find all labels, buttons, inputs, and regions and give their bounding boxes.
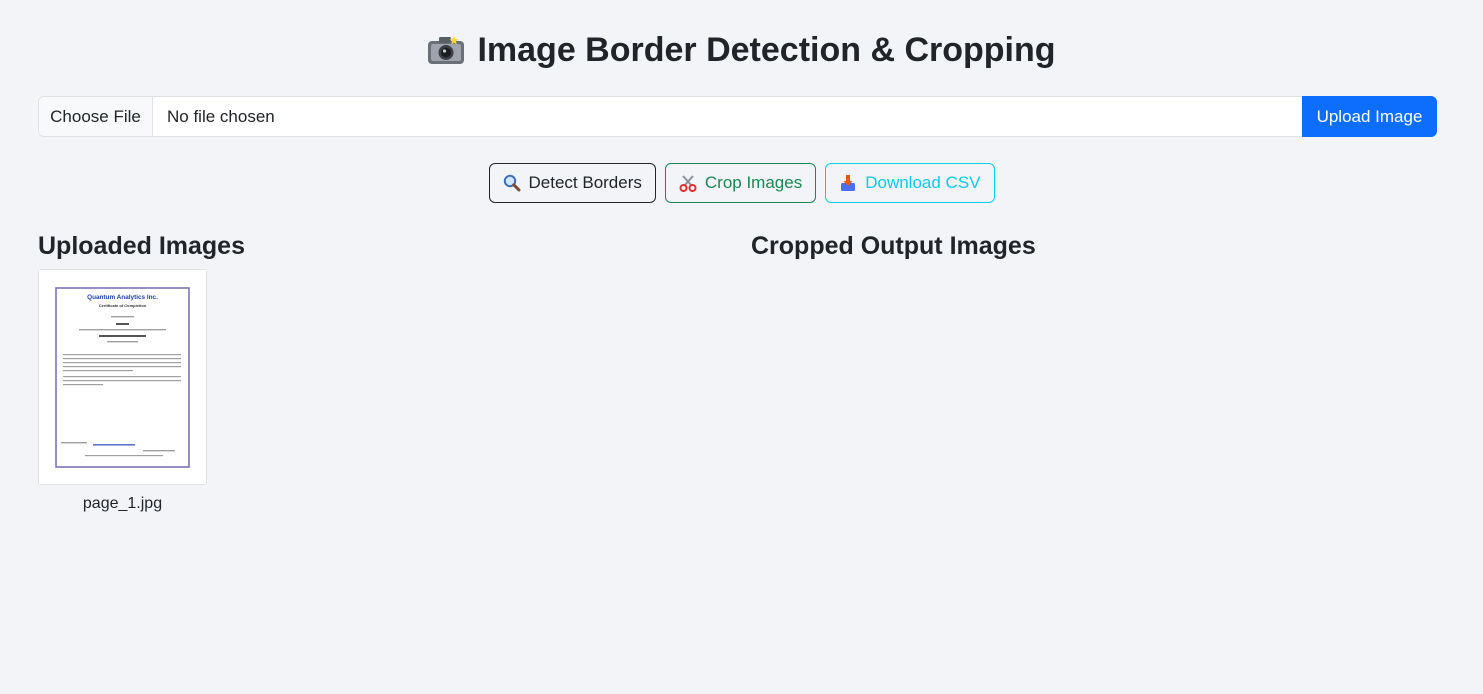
- uploaded-images-heading: Uploaded Images: [38, 232, 245, 260]
- preview-heading-text: Certificate of Completion: [99, 303, 147, 308]
- choose-file-button[interactable]: Choose File: [39, 97, 153, 136]
- crop-images-label: Crop Images: [704, 173, 803, 192]
- uploaded-image-thumbnail[interactable]: Quantum Analytics Inc. Certificate of Co…: [38, 269, 207, 485]
- download-csv-button[interactable]: Download CSV: [825, 163, 995, 203]
- scissors-icon: [679, 175, 697, 192]
- file-status-text: No file chosen: [167, 107, 275, 126]
- cropped-images-heading: Cropped Output Images: [751, 232, 1036, 260]
- detect-borders-button[interactable]: Detect Borders: [488, 163, 656, 203]
- magnifier-icon: [503, 174, 520, 192]
- uploaded-image-filename: page_1.jpg: [82, 495, 163, 512]
- download-icon: [841, 175, 856, 191]
- camera-icon: [428, 36, 465, 64]
- upload-image-button[interactable]: Upload Image: [1302, 96, 1437, 137]
- preview-company-text: Quantum Analytics Inc.: [87, 294, 158, 301]
- page-title: Image Border Detection & Cropping: [0, 28, 1483, 72]
- detect-borders-label: Detect Borders: [528, 173, 642, 192]
- page-title-text: Image Border Detection & Cropping: [477, 31, 1056, 69]
- upload-form: Choose File No file chosen Upload Image: [38, 96, 1437, 137]
- certificate-preview-image: Quantum Analytics Inc. Certificate of Co…: [39, 270, 206, 484]
- crop-images-button[interactable]: Crop Images: [664, 163, 817, 203]
- action-buttons: Detect Borders Crop Images Download CSV: [0, 163, 1483, 203]
- download-csv-label: Download CSV: [865, 173, 981, 192]
- file-input[interactable]: Choose File No file chosen: [38, 96, 1302, 137]
